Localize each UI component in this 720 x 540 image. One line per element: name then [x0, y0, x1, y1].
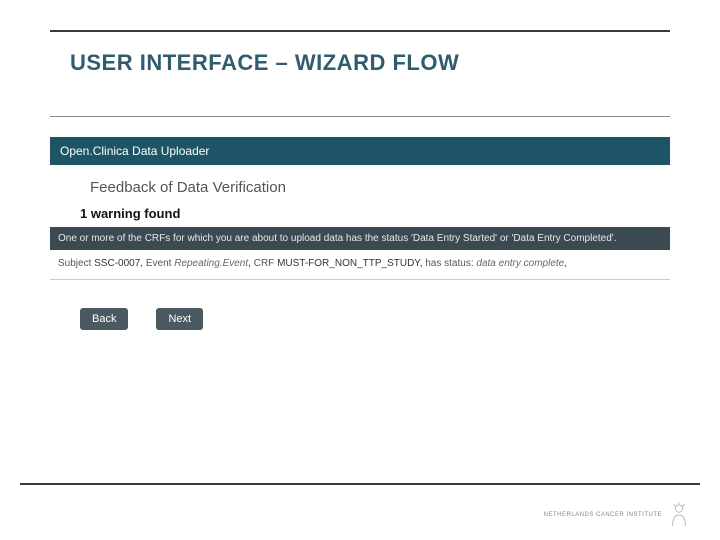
slide-title: USER INTERFACE – WIZARD FLOW — [70, 50, 670, 76]
warning-detail-row: Subject SSC-0007, Event Repeating.Event,… — [50, 250, 670, 280]
subject-value: SSC-0007 — [94, 258, 140, 269]
status-value: data entry complete — [476, 258, 564, 269]
next-button[interactable]: Next — [156, 308, 203, 330]
thin-divider — [50, 116, 670, 117]
queen-icon — [668, 502, 690, 528]
bottom-divider — [20, 483, 700, 485]
section-title: Feedback of Data Verification — [90, 179, 640, 196]
back-button[interactable]: Back — [80, 308, 128, 330]
button-row: Back Next — [80, 308, 640, 330]
footer-logo: NETHERLANDS CANCER INSTITUTE — [544, 502, 690, 528]
warning-message: One or more of the CRFs for which you ar… — [50, 227, 670, 250]
warning-count: 1 warning found — [80, 206, 640, 221]
status-label: has status: — [425, 258, 473, 269]
crf-value: MUST-FOR_NON_TTP_STUDY — [277, 258, 420, 269]
app-header: Open.Clinica Data Uploader — [50, 137, 670, 165]
event-value: Repeating.Event — [174, 258, 248, 269]
crf-label: CRF — [254, 258, 275, 269]
event-label: Event — [146, 258, 172, 269]
top-divider — [50, 30, 670, 32]
footer-org-text: NETHERLANDS CANCER INSTITUTE — [544, 512, 662, 518]
subject-label: Subject — [58, 258, 91, 269]
